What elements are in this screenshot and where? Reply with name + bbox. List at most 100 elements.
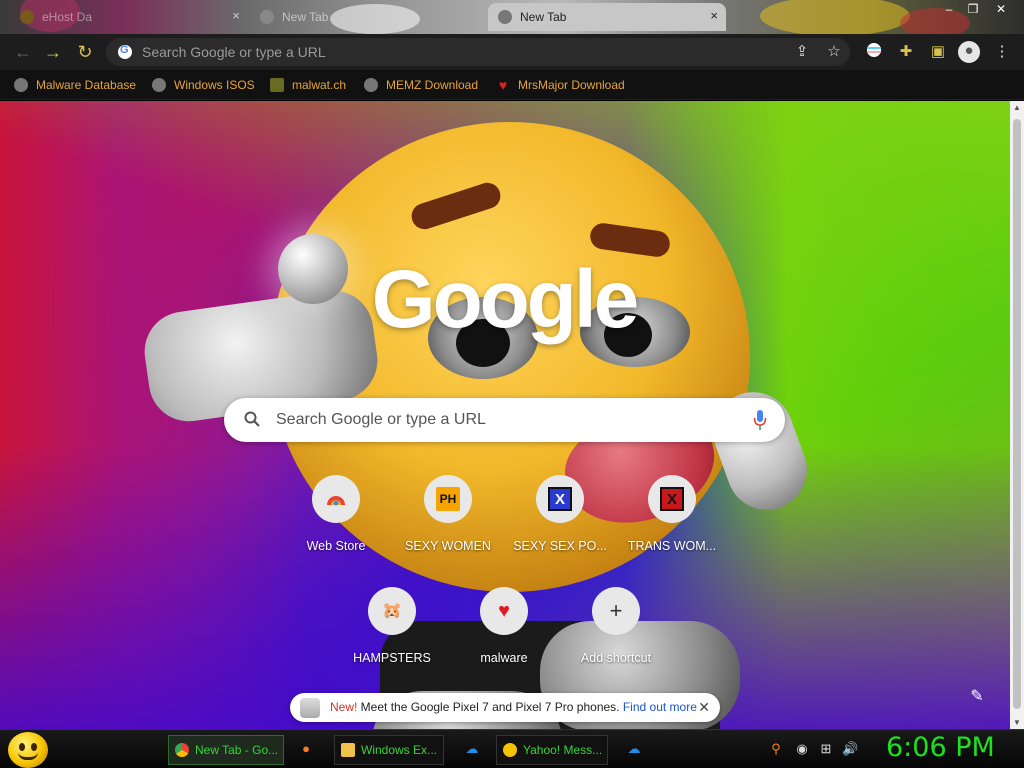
x-site-icon: X [660, 487, 684, 511]
menu-icon[interactable]: ⋮ [992, 42, 1012, 62]
bookmark-label: malwat.ch [292, 78, 347, 92]
tab-new-tab-active[interactable]: New Tab × [488, 3, 726, 31]
search-tray-icon[interactable]: ⚲ [768, 741, 784, 757]
scrollbar-thumb[interactable] [1013, 119, 1021, 709]
smiley-eye [19, 743, 25, 751]
shortcut-label: Web Store [306, 539, 366, 553]
tab-wehost[interactable]: eHost Da × [10, 3, 248, 31]
promo-banner: New! Meet the Google Pixel 7 and Pixel 7… [290, 693, 720, 722]
share-icon[interactable]: ⇪ [792, 42, 812, 62]
close-window-icon[interactable]: ✕ [992, 2, 1010, 16]
smiley-eye [31, 743, 37, 751]
extension-flag-icon[interactable] [864, 42, 884, 62]
shortcut-label: SEXY WOMEN [405, 539, 491, 553]
puzzle-icon[interactable]: ✚ [896, 42, 916, 62]
splatter-decoration [900, 8, 970, 34]
globe-icon [364, 78, 378, 92]
plus-icon: + [609, 598, 623, 623]
shortcut-malware[interactable]: ♥ malware [448, 587, 560, 687]
web-store-icon [324, 487, 348, 511]
address-bar[interactable]: Search Google or type a URL [106, 38, 850, 66]
x-site-icon: X [548, 487, 572, 511]
sidepanel-icon[interactable]: ▣ [928, 42, 948, 62]
taskbar-button-label: Yahoo! Mess... [523, 743, 603, 757]
scroll-up-icon[interactable]: ▲ [1012, 103, 1022, 112]
shortcut-label: Add shortcut [580, 651, 652, 665]
hamster-icon: 🐹 [382, 603, 402, 620]
start-button-smiley-icon[interactable] [8, 732, 48, 768]
bookmark-mrsmajor-download[interactable]: ♥ MrsMajor Download [496, 76, 625, 94]
star-icon[interactable]: ☆ [824, 42, 844, 62]
shortcut-icon-circle: 🐹 [368, 587, 416, 635]
bookmark-label: MrsMajor Download [518, 78, 625, 92]
bookmark-memz-download[interactable]: MEMZ Download [364, 76, 478, 94]
google-logo: Google [371, 254, 639, 345]
shortcut-label: HAMPSTERS [353, 651, 431, 665]
shortcut-icon-circle: + [592, 587, 640, 635]
reload-icon[interactable]: ↻ [72, 40, 98, 64]
tab-close-icon[interactable]: × [710, 9, 718, 23]
heart-icon: ♥ [498, 599, 510, 622]
promo-message: Meet the Google Pixel 7 and Pixel 7 Pro … [357, 700, 623, 714]
chrome-icon [175, 743, 189, 757]
shortcut-icon-circle: PH [424, 475, 472, 523]
bookmark-label: Windows ISOS [174, 78, 255, 92]
bookmark-malwatch[interactable]: malwat.ch [270, 76, 346, 94]
scroll-down-icon[interactable]: ▼ [1012, 718, 1022, 727]
globe-icon [14, 78, 28, 92]
promo-text: New! Meet the Google Pixel 7 and Pixel 7… [330, 700, 697, 714]
onedrive-cloud-icon[interactable]: ☁ [626, 741, 642, 757]
heart-icon: ♥ [498, 77, 508, 93]
address-bar-placeholder: Search Google or type a URL [142, 44, 326, 60]
tab-close-icon[interactable]: × [232, 9, 240, 23]
minimize-icon[interactable]: – [940, 2, 958, 16]
shortcut-add[interactable]: + Add shortcut [560, 587, 672, 687]
firefox-icon[interactable]: ● [298, 741, 314, 757]
chrome-favicon-icon [260, 10, 274, 24]
shortcut-icon-circle: X [648, 475, 696, 523]
shortcut-label: TRANS WOM... [627, 539, 717, 553]
shortcut-web-store[interactable]: Web Store [280, 475, 392, 575]
globe-icon [152, 78, 166, 92]
promo-link[interactable]: Find out more [623, 700, 697, 714]
bookmark-label: MEMZ Download [386, 78, 479, 92]
shortcut-hampsters[interactable]: 🐹 HAMPSTERS [336, 587, 448, 687]
shortcut-sexy-women[interactable]: PH SEXY WOMEN [392, 475, 504, 575]
chrome-favicon-icon [498, 10, 512, 24]
shortcut-icon-circle: ♥ [480, 587, 528, 635]
promo-close-icon[interactable]: ✕ [698, 699, 710, 716]
taskbar-button-explorer[interactable]: Windows Ex... [334, 735, 444, 765]
pixel-phone-icon [300, 698, 320, 718]
restore-icon[interactable]: ❐ [964, 2, 982, 16]
taskbar-button-label: New Tab - Go... [195, 743, 279, 757]
search-icon [244, 411, 260, 427]
network-icon[interactable]: ⊞ [818, 741, 834, 757]
bookmark-windows-isos[interactable]: Windows ISOS [152, 76, 255, 94]
browser-toolbar: ← → ↻ Search Google or type a URL ⇪ ☆ ✚ … [0, 34, 1024, 70]
onedrive-cloud-icon[interactable]: ☁ [464, 741, 480, 757]
shortcut-icon-circle [312, 475, 360, 523]
tab-new-tab[interactable]: New Tab [250, 3, 486, 31]
taskbar-button-chrome[interactable]: New Tab - Go... [168, 735, 284, 765]
bookmark-malware-database[interactable]: Malware Database [14, 76, 136, 94]
ntp-search-box[interactable]: Search Google or type a URL [224, 398, 785, 442]
volume-icon[interactable]: 🔊 [842, 741, 858, 757]
voice-search-icon[interactable] [753, 409, 767, 431]
person-icon [270, 78, 284, 92]
shortcut-sexy-sex-po[interactable]: X SEXY SEX PO... [504, 475, 616, 575]
profile-icon[interactable]: ● [958, 41, 980, 63]
shortcut-icon-circle: X [536, 475, 584, 523]
taskbar-button-yahoo-messenger[interactable]: Yahoo! Mess... [496, 735, 608, 765]
page-scrollbar[interactable]: ▲ ▼ [1010, 101, 1024, 729]
forward-icon[interactable]: → [40, 40, 66, 64]
microphone-illustration [278, 234, 348, 304]
clock[interactable]: 6:06 PM [886, 732, 995, 763]
customize-pencil-icon[interactable]: ✎ [966, 686, 988, 708]
status-tray-icon[interactable]: ◉ [794, 741, 810, 757]
promo-new-label: New! [330, 700, 358, 714]
search-placeholder: Search Google or type a URL [276, 411, 486, 428]
new-tab-page: Google Search Google or type a URL Web S… [0, 101, 1010, 729]
shortcut-trans-wom[interactable]: X TRANS WOM... [616, 475, 728, 575]
google-g-icon [118, 44, 132, 59]
back-icon[interactable]: ← [10, 40, 36, 64]
